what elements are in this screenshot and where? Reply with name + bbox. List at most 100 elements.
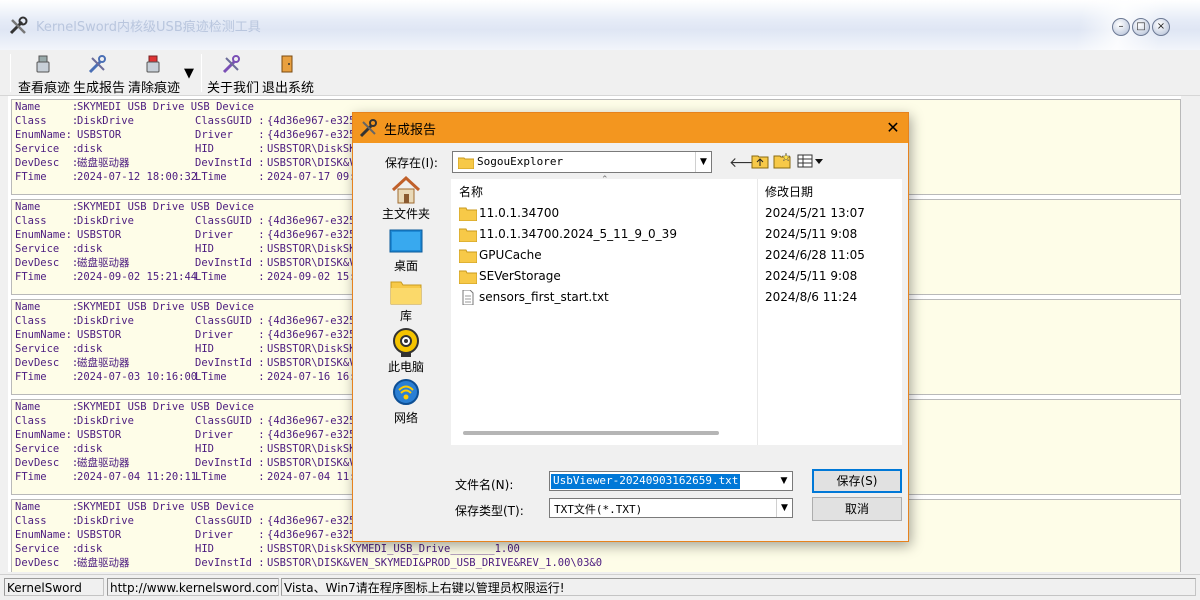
field-dev-desc: 磁盘驱动器 xyxy=(77,557,130,569)
field-key: HID : xyxy=(195,543,265,555)
cancel-button[interactable]: 取消 xyxy=(812,497,902,521)
file-list-scrollbar[interactable] xyxy=(463,431,719,435)
file-row[interactable]: SEVerStorage 2024/5/11 9:08 xyxy=(451,266,902,287)
field-key: EnumName: xyxy=(15,129,72,141)
dialog-close-icon[interactable]: ✕ xyxy=(883,118,903,138)
status-website: http://www.kernelsword.com xyxy=(107,578,279,596)
field-key: ClassGUID : xyxy=(195,215,265,227)
field-key: FTime : xyxy=(15,570,78,572)
field-key: Class : xyxy=(15,515,79,527)
field-key: DevDesc : xyxy=(15,157,79,169)
field-name: SKYMEDI USB Drive USB Device xyxy=(77,401,255,413)
field-key: Class : xyxy=(15,215,79,227)
field-key: Driver : xyxy=(195,329,265,341)
view-menu-icon[interactable] xyxy=(797,153,825,173)
place-desktop[interactable]: 桌面 xyxy=(375,227,437,275)
file-row[interactable]: 11.0.1.34700 2024/5/21 13:07 xyxy=(451,203,902,224)
field-ftime: 2024-09-02 15:21:44 xyxy=(77,271,198,283)
generate-report-button[interactable]: 生成报告 xyxy=(73,54,125,96)
file-list-header: ⌃ 名称 修改日期 xyxy=(451,175,902,201)
field-key: LTime : xyxy=(195,371,265,383)
save-button[interactable]: 保存(S) xyxy=(812,469,902,493)
maximize-button[interactable]: □ xyxy=(1132,18,1150,36)
file-modified-date: 2024/5/21 13:07 xyxy=(765,206,865,220)
clear-traces-button[interactable]: 清除痕迹 xyxy=(128,54,180,96)
field-key: DevInstId : xyxy=(195,557,265,569)
new-folder-icon[interactable] xyxy=(773,152,791,173)
file-row[interactable]: GPUCache 2024/6/28 11:05 xyxy=(451,245,902,266)
place-label: 桌面 xyxy=(393,259,418,273)
file-row[interactable]: 11.0.1.34700.2024_5_11_9_0_39 2024/5/11 9… xyxy=(451,224,902,245)
app-tools-icon xyxy=(9,16,28,35)
field-key: HID : xyxy=(195,443,265,455)
field-key: Driver : xyxy=(195,429,265,441)
field-key: Name : xyxy=(15,301,79,313)
filename-input[interactable]: UsbViewer-20240903162659.txt ▼ xyxy=(549,471,793,491)
minimize-button[interactable]: – xyxy=(1112,18,1130,36)
file-modified-date: 2024/5/11 9:08 xyxy=(765,269,858,283)
report-tools-icon xyxy=(88,54,108,74)
field-key: HID : xyxy=(195,343,265,355)
file-name: SEVerStorage xyxy=(479,269,561,283)
folder-icon xyxy=(458,157,474,169)
exit-system-button[interactable]: 退出系统 xyxy=(262,54,314,96)
field-key: Driver : xyxy=(195,129,265,141)
field-dev-desc: 磁盘驱动器 xyxy=(77,457,130,469)
filetype-value: TXT文件(*.TXT) xyxy=(554,503,643,516)
home-icon xyxy=(391,175,421,204)
place-label: 主文件夹 xyxy=(381,207,430,221)
toolbar-separator xyxy=(10,54,11,92)
save-in-value: SogouExplorer xyxy=(477,155,564,168)
status-hint: Vista、Win7请在程序图标上右键以管理员权限运行! xyxy=(281,578,1196,596)
device-list-scrollbar[interactable] xyxy=(1181,96,1192,572)
about-tools-icon xyxy=(222,54,242,74)
place-this-pc[interactable]: 此电脑 xyxy=(375,328,437,376)
place-home[interactable]: 主文件夹 xyxy=(375,175,437,223)
field-key: DevInstId : xyxy=(195,157,265,169)
field-key: Service : xyxy=(15,243,79,255)
field-key: FTime : xyxy=(15,171,79,183)
file-row[interactable]: sensors_first_start.txt 2024/8/6 11:24 xyxy=(451,287,902,308)
status-app-name: KernelSword xyxy=(4,578,104,596)
field-service: disk xyxy=(77,343,103,355)
field-key: Name : xyxy=(15,101,79,113)
column-name-header[interactable]: 名称 xyxy=(459,183,483,200)
library-folder-icon xyxy=(390,281,422,305)
field-name: SKYMEDI USB Drive USB Device xyxy=(77,301,255,313)
file-name: sensors_first_start.txt xyxy=(479,290,609,304)
window-title: KernelSword内核级USB痕迹检测工具 xyxy=(36,20,261,35)
field-enum-name: USBSTOR xyxy=(77,129,122,141)
field-key: DevDesc : xyxy=(15,457,79,469)
about-us-label: 关于我们 xyxy=(207,81,260,96)
field-enum-name: USBSTOR xyxy=(77,529,122,541)
field-dev-desc: 磁盘驱动器 xyxy=(77,157,130,169)
place-library[interactable]: 库 xyxy=(375,277,437,325)
file-modified-date: 2024/8/6 11:24 xyxy=(765,290,858,304)
save-in-select[interactable]: SogouExplorer ▼ xyxy=(452,151,712,173)
field-key: LTime : xyxy=(195,271,265,283)
chevron-down-icon[interactable]: ▼ xyxy=(776,499,792,517)
field-key: Class : xyxy=(15,115,79,127)
field-name: SKYMEDI USB Drive USB Device xyxy=(77,201,255,213)
field-key: Class : xyxy=(15,415,79,427)
file-list[interactable]: ⌃ 名称 修改日期 11.0.1.34700 2024/5/21 13:07 11.… xyxy=(451,175,902,445)
filename-label: 文件名(N): xyxy=(455,478,514,492)
field-key: EnumName: xyxy=(15,429,72,441)
field-key: HID : xyxy=(195,243,265,255)
field-service: disk xyxy=(77,443,103,455)
close-window-button[interactable]: × xyxy=(1152,18,1170,36)
column-modified-header[interactable]: 修改日期 xyxy=(765,183,813,200)
field-name: SKYMEDI USB Drive USB Device xyxy=(77,501,255,513)
filetype-select[interactable]: TXT文件(*.TXT) ▼ xyxy=(549,498,793,518)
place-network[interactable]: 网络 xyxy=(375,379,437,427)
field-key: FTime : xyxy=(15,471,79,483)
chevron-down-icon[interactable]: ▼ xyxy=(776,472,792,490)
about-us-button[interactable]: 关于我们 xyxy=(207,54,260,96)
view-traces-button[interactable]: 查看痕迹 xyxy=(18,54,70,96)
save-report-dialog: 生成报告 ✕ 保存在(I): SogouExplorer ▼ 🡐 主文件夹 桌面… xyxy=(352,112,909,542)
dialog-title: 生成报告 xyxy=(384,123,437,138)
up-folder-icon[interactable] xyxy=(751,153,769,173)
field-dev-desc: 磁盘驱动器 xyxy=(77,257,130,269)
chevron-down-icon[interactable]: ▼ xyxy=(695,152,711,172)
field-key: ClassGUID : xyxy=(195,415,265,427)
